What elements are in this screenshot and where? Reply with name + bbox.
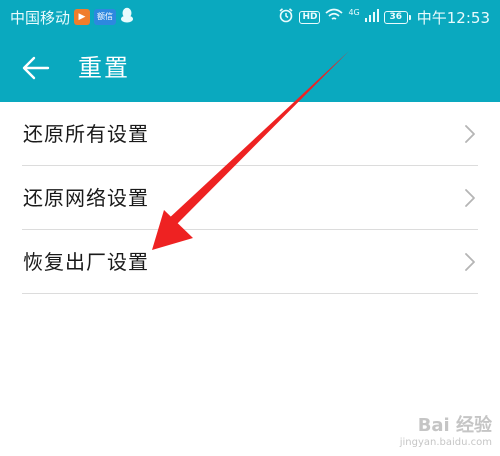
qq-icon [120,7,134,27]
battery-icon: 36 [383,10,411,24]
play-icon: ▶ [74,9,91,25]
wifi-icon [325,8,344,26]
chevron-right-icon [465,189,475,207]
watermark-logo: Bai 经验 [417,415,492,436]
chevron-right-icon [465,253,475,271]
list-item-reset-network-settings[interactable]: 还原网络设置 [0,166,500,230]
carrier-name: 中国移动 [10,8,71,27]
list-item-label: 恢复出厂设置 [23,250,149,274]
message-app-icon: 额信 [94,9,117,25]
watermark: Bai 经验 jingyan.baidu.com [372,411,492,448]
status-bar-right: HD 4G 36 中午12:53 [278,7,490,27]
hd-badge: HD [299,10,321,24]
chevron-right-icon [465,125,475,143]
list-item-factory-reset[interactable]: 恢复出厂设置 [0,230,500,294]
arrow-left-icon [22,56,50,80]
status-bar-left: 中国移动 ▶ 额信 [10,7,134,27]
list-item-reset-all-settings[interactable]: 还原所有设置 [0,102,500,166]
list-item-label: 还原网络设置 [23,186,149,210]
divider [22,293,478,294]
alarm-icon [278,7,294,27]
status-bar: 中国移动 ▶ 额信 HD 4G 36 中午12:53 [0,0,500,34]
list-item-label: 还原所有设置 [23,122,149,146]
network-type-label: 4G [348,8,360,17]
signal-icon [364,8,379,26]
back-button[interactable] [18,50,54,86]
clock: 中午12:53 [416,8,490,27]
app-bar: 重置 [0,34,500,102]
page-title: 重置 [78,54,130,82]
watermark-url: jingyan.baidu.com [399,437,492,448]
settings-list: 还原所有设置 还原网络设置 恢复出厂设置 [0,102,500,294]
